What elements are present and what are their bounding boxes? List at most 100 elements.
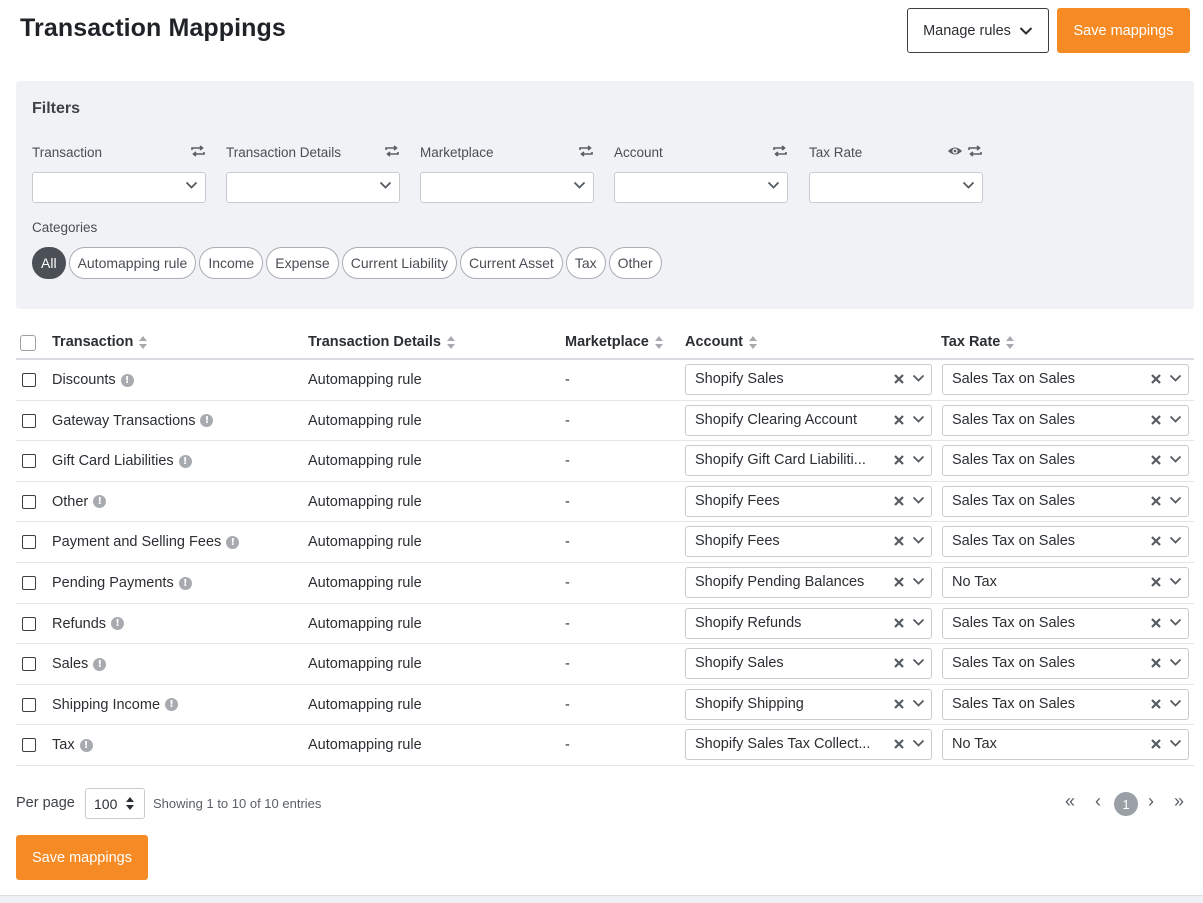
clear-icon[interactable] xyxy=(893,535,905,547)
filter-select[interactable] xyxy=(32,172,206,203)
row-checkbox[interactable] xyxy=(22,373,36,387)
column-header-tax-rate[interactable]: Tax Rate xyxy=(941,334,1015,350)
clear-icon[interactable] xyxy=(893,495,905,507)
row-checkbox[interactable] xyxy=(22,413,36,428)
clear-icon[interactable] xyxy=(1150,576,1162,588)
sync-icon[interactable] xyxy=(578,145,594,157)
sync-icon[interactable] xyxy=(772,145,788,157)
tax-rate-select[interactable]: Sales Tax on Sales xyxy=(942,648,1189,680)
save-mappings-button-bottom[interactable]: Save mappings xyxy=(16,835,148,880)
first-page-button[interactable]: « xyxy=(1065,791,1075,812)
clear-icon[interactable] xyxy=(1150,495,1162,507)
chevron-down-icon[interactable] xyxy=(912,577,925,586)
row-checkbox[interactable] xyxy=(22,738,36,753)
sync-icon[interactable] xyxy=(967,145,983,157)
row-checkbox[interactable] xyxy=(22,494,36,509)
clear-icon[interactable] xyxy=(893,373,905,385)
filter-select[interactable] xyxy=(614,172,788,203)
chevron-down-icon[interactable] xyxy=(1169,618,1182,627)
account-select[interactable]: Shopify Shipping xyxy=(685,688,932,720)
info-icon[interactable]: ! xyxy=(93,495,107,509)
column-header-transaction[interactable]: Transaction xyxy=(52,334,148,350)
row-checkbox[interactable] xyxy=(22,576,36,590)
account-select[interactable]: Shopify Fees xyxy=(685,485,932,517)
chevron-down-icon[interactable] xyxy=(912,415,925,424)
account-select[interactable]: Shopify Gift Card Liabiliti... xyxy=(685,445,932,477)
account-select[interactable]: Shopify Sales Tax Collect... xyxy=(685,729,932,761)
next-page-button[interactable]: › xyxy=(1148,791,1154,812)
info-icon[interactable]: ! xyxy=(226,535,240,549)
info-icon[interactable]: ! xyxy=(93,657,107,671)
info-icon[interactable]: ! xyxy=(120,373,134,387)
chevron-down-icon[interactable] xyxy=(912,618,925,627)
clear-icon[interactable] xyxy=(893,738,905,750)
account-select[interactable]: Shopify Fees xyxy=(685,526,932,558)
chevron-down-icon[interactable] xyxy=(1169,455,1182,464)
chevron-down-icon[interactable] xyxy=(1169,699,1182,708)
chevron-down-icon[interactable] xyxy=(1169,415,1182,424)
eye-icon[interactable] xyxy=(947,145,963,157)
chevron-down-icon[interactable] xyxy=(912,536,925,545)
chevron-down-icon[interactable] xyxy=(1169,374,1182,383)
category-chip-current-asset[interactable]: Current Asset xyxy=(459,247,563,279)
save-mappings-button-top[interactable]: Save mappings xyxy=(1057,8,1190,53)
chevron-down-icon[interactable] xyxy=(912,739,925,748)
category-chip-expense[interactable]: Expense xyxy=(266,247,339,279)
chevron-down-icon[interactable] xyxy=(912,374,925,383)
account-select[interactable]: Shopify Clearing Account xyxy=(685,404,932,436)
info-icon[interactable]: ! xyxy=(111,617,125,631)
manage-rules-button[interactable]: Manage rules xyxy=(907,8,1049,53)
account-select[interactable]: Shopify Pending Balances xyxy=(685,567,932,598)
chevron-down-icon[interactable] xyxy=(912,496,925,505)
clear-icon[interactable] xyxy=(893,576,905,588)
clear-icon[interactable] xyxy=(1150,414,1162,426)
chevron-down-icon[interactable] xyxy=(1169,536,1182,545)
filter-select[interactable] xyxy=(420,172,594,203)
chevron-down-icon[interactable] xyxy=(912,658,925,667)
info-icon[interactable]: ! xyxy=(165,698,179,712)
clear-icon[interactable] xyxy=(1150,373,1162,385)
column-header-account[interactable]: Account xyxy=(685,334,757,350)
tax-rate-select[interactable]: Sales Tax on Sales xyxy=(942,404,1189,436)
clear-icon[interactable] xyxy=(1150,698,1162,710)
clear-icon[interactable] xyxy=(893,698,905,710)
category-chip-income[interactable]: Income xyxy=(199,247,264,279)
category-chip-all[interactable]: All xyxy=(32,247,66,279)
tax-rate-select[interactable]: Sales Tax on Sales xyxy=(942,526,1189,558)
tax-rate-select[interactable]: Sales Tax on Sales xyxy=(942,364,1189,395)
sort-icon[interactable] xyxy=(749,335,757,349)
category-chip-automapping-rule[interactable]: Automapping rule xyxy=(68,247,197,279)
sort-icon[interactable] xyxy=(139,335,148,349)
info-icon[interactable]: ! xyxy=(178,454,192,468)
clear-icon[interactable] xyxy=(1150,454,1162,466)
tax-rate-select[interactable]: Sales Tax on Sales xyxy=(942,607,1189,639)
column-header-marketplace[interactable]: Marketplace xyxy=(565,334,663,350)
info-icon[interactable]: ! xyxy=(200,414,214,428)
tax-rate-select[interactable]: Sales Tax on Sales xyxy=(942,445,1189,477)
chevron-down-icon[interactable] xyxy=(1169,658,1182,667)
chevron-down-icon[interactable] xyxy=(912,455,925,464)
clear-icon[interactable] xyxy=(893,414,905,426)
sort-icon[interactable] xyxy=(446,335,455,349)
tax-rate-select[interactable]: No Tax xyxy=(942,729,1189,761)
row-checkbox[interactable] xyxy=(22,616,36,631)
account-select[interactable]: Shopify Refunds xyxy=(685,607,932,639)
column-header-transaction-details[interactable]: Transaction Details xyxy=(308,334,455,350)
sort-icon[interactable] xyxy=(654,335,663,349)
chevron-down-icon[interactable] xyxy=(1169,496,1182,505)
row-checkbox[interactable] xyxy=(22,535,36,550)
tax-rate-select[interactable]: No Tax xyxy=(942,567,1189,598)
row-checkbox[interactable] xyxy=(22,697,36,712)
page-number-current[interactable]: 1 xyxy=(1114,792,1138,816)
sync-icon[interactable] xyxy=(190,145,206,157)
chevron-down-icon[interactable] xyxy=(912,699,925,708)
chevron-down-icon[interactable] xyxy=(1169,577,1182,586)
select-all-checkbox[interactable] xyxy=(20,335,36,351)
row-checkbox[interactable] xyxy=(22,454,36,469)
clear-icon[interactable] xyxy=(1150,738,1162,750)
account-select[interactable]: Shopify Sales xyxy=(685,648,932,680)
clear-icon[interactable] xyxy=(1150,657,1162,669)
category-chip-tax[interactable]: Tax xyxy=(565,247,606,279)
category-chip-other[interactable]: Other xyxy=(608,247,662,279)
account-select[interactable]: Shopify Sales xyxy=(685,364,932,395)
